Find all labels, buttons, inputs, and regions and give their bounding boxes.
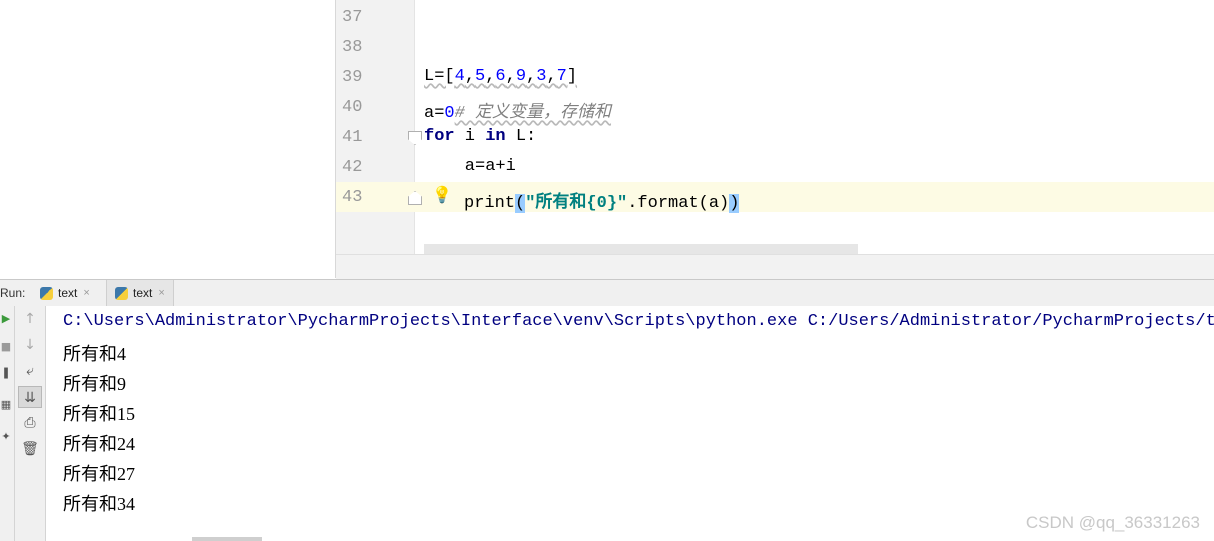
close-icon[interactable]: ×	[158, 287, 164, 299]
code-comment: # 定义变量，存储和	[454, 104, 612, 123]
code-text[interactable]: a=0# 定义变量，存储和	[424, 97, 611, 123]
line-number: 38	[342, 38, 363, 57]
layout-icon[interactable]: ▦	[0, 398, 12, 411]
pause-icon[interactable]: ❚	[0, 366, 12, 379]
python-icon	[40, 286, 53, 300]
code-line-39[interactable]: 39 L=[4,5,6,9,3,7]	[336, 62, 1214, 92]
code-line-43-current[interactable]: 43 💡 print("所有和{0}".format(a))	[336, 182, 1214, 213]
code-editor[interactable]: 37 38 39 L=[4,5,6,9,3,7] 40 a=0# 定义变量，存储…	[336, 0, 1214, 279]
code-line-42[interactable]: 42 a=a+i	[336, 152, 1214, 182]
lightbulb-icon[interactable]: 💡	[432, 185, 452, 204]
down-arrow-icon[interactable]: ↓	[18, 334, 42, 356]
stop-icon[interactable]: ■	[0, 340, 12, 353]
run-actions-strip: ▶ ■ ❚ ▦ ✦	[0, 306, 15, 541]
console-output-line: 所有和24	[63, 434, 135, 454]
soft-wrap-icon[interactable]: ⤶	[18, 360, 42, 382]
trash-icon[interactable]: 🗑	[18, 438, 42, 460]
tab-label: text	[58, 286, 78, 300]
code-line-41[interactable]: 41 for i in L:	[336, 122, 1214, 152]
project-panel	[0, 0, 336, 278]
watermark: CSDN @qq_36331263	[1025, 513, 1200, 532]
console-toolbar: ↑ ↓ ⤶ ⇊ ⎙ 🗑	[15, 306, 46, 541]
code-text[interactable]: L=[4,5,6,9,3,7]	[424, 67, 577, 86]
pin-icon[interactable]: ✦	[0, 430, 12, 443]
editor-footer	[336, 254, 1214, 279]
console-command-line: C:\Users\Administrator\PycharmProjects\I…	[63, 312, 1214, 331]
code-text[interactable]: for i in L:	[424, 127, 536, 146]
tab-label: text	[133, 286, 153, 300]
fold-collapse-icon[interactable]	[408, 131, 422, 145]
line-number: 39	[342, 68, 363, 87]
code-line-40[interactable]: 40 a=0# 定义变量，存储和	[336, 92, 1214, 123]
console-output-line: 所有和4	[63, 344, 126, 364]
bottom-scroll-indicator[interactable]	[192, 537, 262, 541]
python-icon	[115, 286, 128, 300]
horizontal-scrollbar[interactable]	[424, 244, 858, 254]
line-number: 43	[342, 188, 363, 207]
run-tab-text-2[interactable]: text ×	[106, 280, 174, 306]
scroll-to-end-icon[interactable]: ⇊	[18, 386, 42, 408]
print-icon[interactable]: ⎙	[18, 412, 42, 434]
line-number: 37	[342, 8, 363, 27]
console-output-line: 所有和34	[63, 494, 135, 514]
code-line-38[interactable]: 38	[336, 32, 1214, 62]
code-text[interactable]: print("所有和{0}".format(a))	[464, 187, 740, 213]
console-output-line: 所有和9	[63, 374, 126, 394]
console-output[interactable]: C:\Users\Administrator\PycharmProjects\I…	[46, 306, 1214, 541]
run-title: Run:	[0, 286, 26, 300]
line-number: 41	[342, 128, 363, 147]
line-number: 42	[342, 158, 363, 177]
run-tab-text-1[interactable]: text ×	[32, 280, 98, 306]
console-output-line: 所有和27	[63, 464, 135, 484]
rerun-icon[interactable]: ▶	[0, 312, 12, 325]
code-text[interactable]: a=a+i	[424, 157, 516, 176]
console-output-line: 所有和15	[63, 404, 135, 424]
line-number: 40	[342, 98, 363, 117]
run-tool-header: Run: text × text ×	[0, 279, 1214, 307]
code-line-37[interactable]: 37	[336, 2, 1214, 32]
close-icon[interactable]: ×	[83, 287, 89, 299]
fold-end-icon[interactable]	[408, 191, 422, 205]
up-arrow-icon[interactable]: ↑	[18, 308, 42, 330]
